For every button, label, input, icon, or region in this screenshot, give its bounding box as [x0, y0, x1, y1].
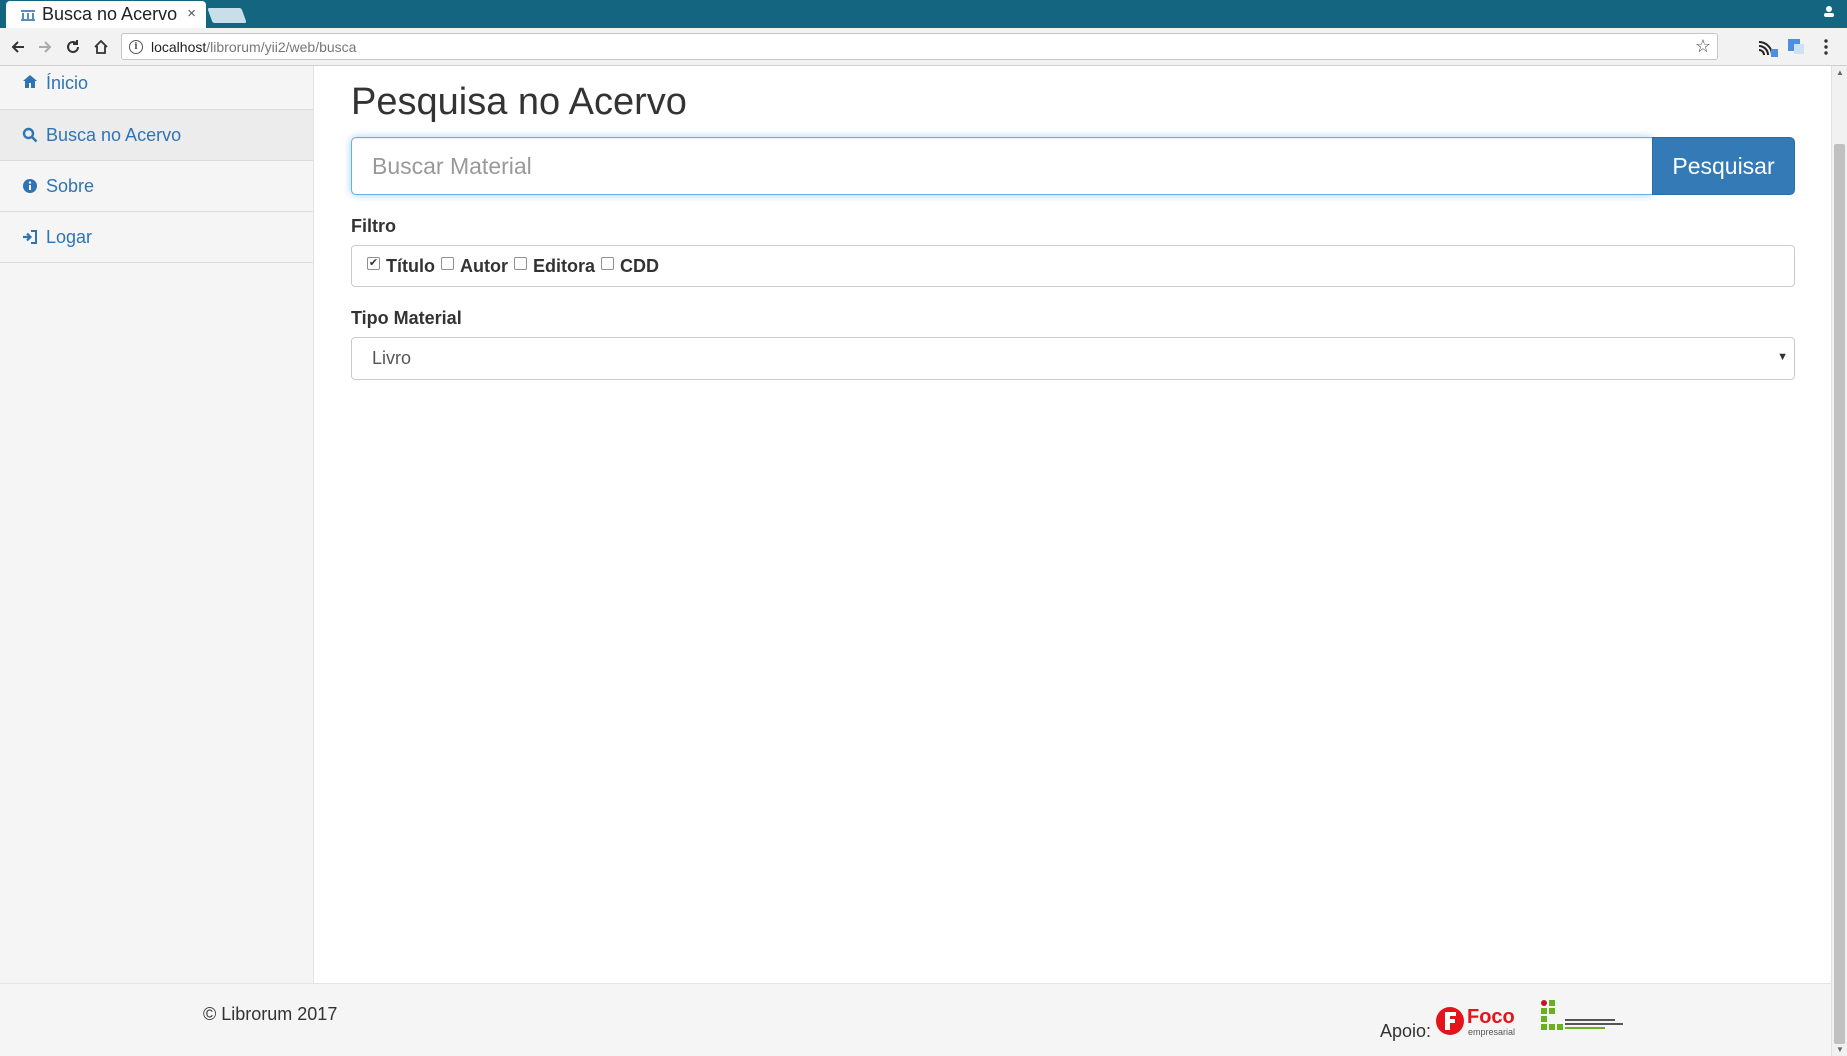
sidebar: Ínicio Busca no Acervo Sobre Logar — [0, 66, 314, 983]
filter-option-editora[interactable]: Editora — [513, 255, 595, 277]
foco-logo-subtext: empresarial — [1468, 1027, 1515, 1037]
sidebar-item-label: Busca no Acervo — [46, 124, 182, 145]
footer: © Librorum 2017 Apoio: Foco empresarial — [0, 983, 1831, 1056]
filter-option-label: Editora — [532, 255, 595, 276]
url-host: localhost — [151, 38, 207, 55]
tab-title: Busca no Acervo — [42, 4, 178, 24]
tab-close-icon[interactable]: × — [187, 5, 196, 22]
page-title: Pesquisa no Acervo — [351, 81, 687, 123]
cast-extension-icon[interactable] — [1757, 36, 1779, 58]
instituto-federal-logo — [1541, 1000, 1623, 1030]
tipo-material-selected: Livro — [372, 348, 412, 368]
address-bar[interactable]: i localhost/librorum/yii2/web/busca ☆ — [121, 33, 1718, 60]
search-button[interactable]: Pesquisar — [1652, 137, 1795, 195]
page: Ínicio Busca no Acervo Sobre Logar Pesqu… — [0, 66, 1831, 1056]
new-tab-button[interactable] — [207, 8, 247, 23]
copyright-text: © Librorum 2017 — [203, 1004, 338, 1024]
translate-extension-icon[interactable] — [1786, 36, 1808, 58]
sidebar-item-label: Logar — [46, 226, 93, 247]
bookmark-star-icon[interactable]: ☆ — [1695, 36, 1711, 57]
apoio-label: Apoio: — [1380, 1021, 1432, 1041]
sidebar-item-logar[interactable]: Logar — [0, 212, 313, 263]
checkbox-autor[interactable] — [440, 256, 454, 270]
filter-option-cdd[interactable]: CDD — [601, 256, 659, 277]
sidebar-item-sobre[interactable]: Sobre — [0, 161, 313, 212]
scroll-up-arrow-icon[interactable]: ▲ — [1836, 68, 1844, 77]
tipo-material-select[interactable]: Livro ▼ — [351, 337, 1795, 380]
tipo-material-label: Tipo Material — [351, 308, 462, 328]
home-icon — [22, 73, 38, 89]
home-browser-icon[interactable] — [90, 36, 112, 58]
login-icon — [22, 229, 38, 245]
menu-kebab-icon[interactable] — [1818, 36, 1840, 58]
browser-tab-strip: Busca no Acervo × — [0, 0, 1847, 28]
filter-option-label: Autor — [459, 255, 508, 276]
library-favicon-icon — [20, 8, 36, 22]
site-info-icon[interactable]: i — [129, 39, 143, 54]
filter-box: ✔ Título Autor Editora CDD — [351, 245, 1795, 287]
scroll-down-arrow-icon[interactable]: ▼ — [1836, 1045, 1844, 1054]
sidebar-item-busca[interactable]: Busca no Acervo — [0, 110, 313, 161]
browser-toolbar: i localhost/librorum/yii2/web/busca ☆ — [0, 28, 1847, 66]
filter-option-label: Título — [386, 255, 435, 276]
foco-empresarial-logo: Foco empresarial — [1436, 1006, 1515, 1037]
search-icon — [22, 127, 38, 143]
filter-label: Filtro — [351, 216, 396, 236]
filter-option-label: CDD — [620, 255, 659, 276]
search-input[interactable] — [351, 137, 1652, 195]
filter-option-titulo[interactable]: ✔ Título — [367, 256, 435, 277]
info-icon — [22, 178, 38, 194]
page-scrollbar[interactable]: ▲ ▼ — [1831, 66, 1847, 1056]
foco-logo-text: Foco — [1467, 1006, 1515, 1028]
scrollbar-thumb[interactable] — [1834, 144, 1845, 1044]
checkbox-cdd[interactable] — [601, 256, 614, 270]
dropdown-arrow-icon: ▼ — [1777, 351, 1788, 363]
back-arrow-icon[interactable] — [7, 36, 29, 58]
forward-arrow-icon[interactable] — [34, 36, 56, 58]
browser-tab[interactable]: Busca no Acervo × — [6, 1, 206, 28]
url-path: /librorum/yii2/web/busca — [206, 38, 357, 55]
filter-option-autor[interactable]: Autor — [440, 255, 508, 277]
sidebar-item-inicio[interactable]: Ínicio — [0, 66, 313, 110]
sidebar-item-label: Ínicio — [46, 73, 89, 93]
checkbox-titulo[interactable]: ✔ — [367, 256, 380, 270]
sidebar-item-label: Sobre — [46, 175, 95, 196]
search-group: Pesquisar — [351, 137, 1795, 195]
reload-icon[interactable] — [62, 36, 84, 58]
profile-icon[interactable] — [1819, 2, 1839, 20]
checkbox-editora[interactable] — [513, 256, 527, 270]
